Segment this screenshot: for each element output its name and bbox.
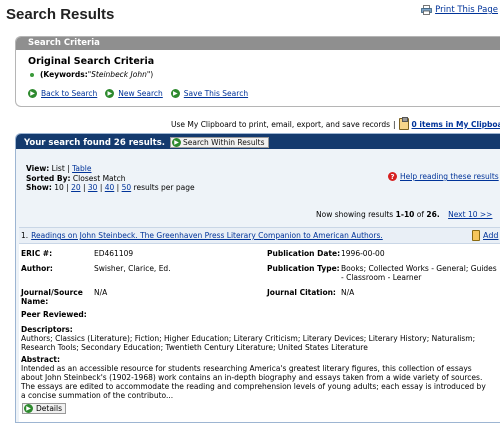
descriptors-line-2: Research Tools; Secondary Education; Twe… xyxy=(21,343,368,352)
show-option-10: 10 xyxy=(54,183,64,192)
showing-prefix: Now showing results xyxy=(316,210,394,219)
view-label: View: xyxy=(26,164,50,173)
citation-value: N/A xyxy=(341,288,355,297)
view-options: View: List | Table xyxy=(26,164,195,174)
showing-total: 26. xyxy=(426,210,440,219)
showing-results: Now showing results 1-10 of 26. Next 10 … xyxy=(316,210,492,219)
keywords-close: ) xyxy=(150,70,154,79)
result-record: 1. Readings on John Steinbeck. The Green… xyxy=(19,227,500,422)
bullet-icon xyxy=(30,73,34,77)
search-criteria-bar: Search Criteria xyxy=(16,37,500,50)
show-option-30[interactable]: 30 xyxy=(88,183,98,192)
back-to-search-link[interactable]: ▶ Back to Search xyxy=(28,89,97,98)
view-table-link[interactable]: Table xyxy=(72,164,91,173)
add-clipboard-icon xyxy=(472,230,480,241)
search-within-results-button[interactable]: ▶ Search Within Results xyxy=(170,137,269,148)
show-option-40[interactable]: 40 xyxy=(105,183,115,192)
criteria-links: ▶ Back to Search ▶ New Search ▶ Save Thi… xyxy=(28,89,248,98)
print-page-link[interactable]: Print This Page xyxy=(421,5,498,15)
show-label: Show: xyxy=(26,183,52,192)
new-search-label[interactable]: New Search xyxy=(118,89,163,98)
keywords-line: (Keywords:"Steinbeck John") xyxy=(30,70,153,79)
showing-range: 1-10 xyxy=(395,210,415,219)
next-page-link[interactable]: Next 10 >> xyxy=(448,210,492,219)
results-panel: Your search found 26 results. ▶ Search W… xyxy=(15,133,500,423)
journal-label-line-2: Name: xyxy=(21,297,49,306)
help-icon: ? xyxy=(388,172,397,181)
record-title-row: 1. Readings on John Steinbeck. The Green… xyxy=(19,228,500,244)
show-suffix: results per page xyxy=(133,183,195,192)
view-list-option: List xyxy=(51,164,65,173)
results-bar: Your search found 26 results. ▶ Search W… xyxy=(16,134,500,149)
pubtype-label: Publication Type: xyxy=(267,264,340,273)
search-within-results-label[interactable]: Search Within Results xyxy=(183,138,264,147)
author-label: Author: xyxy=(21,264,53,273)
clipboard-text: Use My Clipboard to print, email, export… xyxy=(171,119,391,129)
green-arrow-icon: ▶ xyxy=(170,89,180,98)
details-button[interactable]: ▶ Details xyxy=(22,403,67,414)
search-criteria-box: Search Criteria Original Search Criteria… xyxy=(15,36,500,107)
abstract-line-4: a concise summation of the contributo... xyxy=(21,391,174,400)
printer-icon xyxy=(421,5,432,15)
green-arrow-icon: ▶ xyxy=(24,404,33,413)
author-value: Swisher, Clarice, Ed. xyxy=(94,264,171,273)
pubdate-label: Publication Date: xyxy=(267,249,341,258)
record-number: 1. xyxy=(21,231,29,240)
journal-value: N/A xyxy=(94,288,108,297)
print-page-label[interactable]: Print This Page xyxy=(435,5,498,15)
help-reading-link[interactable]: Help reading these results xyxy=(400,172,499,181)
new-search-link[interactable]: ▶ New Search xyxy=(105,89,163,98)
sorted-by-value: Closest Match xyxy=(72,173,126,183)
pubtype-value-line-2: - Classroom - Learner xyxy=(341,273,422,282)
details-label[interactable]: Details xyxy=(36,404,62,413)
page-title: Search Results xyxy=(6,6,115,23)
showing-of: of xyxy=(416,210,425,219)
clipboard-items-link[interactable]: 0 items in My Clipboard xyxy=(412,120,500,129)
help-reading-results[interactable]: ? Help reading these results xyxy=(388,172,499,181)
eric-label: ERIC #: xyxy=(21,249,53,258)
add-to-clipboard[interactable]: Add xyxy=(472,230,499,241)
show-option-20[interactable]: 20 xyxy=(71,183,81,192)
original-criteria-title: Original Search Criteria xyxy=(28,56,155,67)
view-separator: | xyxy=(67,164,70,173)
show-options: Show: 10 | 20 | 30 | 40 | 50 results per… xyxy=(26,183,195,192)
save-search-link[interactable]: ▶ Save This Search xyxy=(170,89,248,98)
record-title-link[interactable]: Readings on John Steinbeck. The Greenhav… xyxy=(31,231,383,240)
green-arrow-icon: ▶ xyxy=(172,138,182,147)
eric-value: ED461109 xyxy=(94,249,134,258)
add-label[interactable]: Add xyxy=(483,231,499,240)
pubdate-value: 1996-00-00 xyxy=(341,249,385,258)
back-to-search-label[interactable]: Back to Search xyxy=(41,89,97,98)
clipboard-icon[interactable] xyxy=(398,117,409,130)
clipboard-line: Use My Clipboard to print, email, export… xyxy=(171,117,500,130)
citation-label: Journal Citation: xyxy=(267,288,336,297)
keywords-label: (Keywords: xyxy=(40,70,88,79)
sorted-by-label: Sorted By: xyxy=(26,173,71,183)
clipboard-separator: | xyxy=(393,119,396,129)
keywords-value: "Steinbeck John" xyxy=(87,70,151,79)
green-arrow-icon: ▶ xyxy=(105,89,115,98)
peer-reviewed-label: Peer Reviewed: xyxy=(21,310,87,319)
results-count-text: Your search found 26 results. xyxy=(24,137,166,148)
sorted-by: Sorted By: Closest Match xyxy=(26,174,195,184)
green-arrow-icon: ▶ xyxy=(28,89,37,98)
save-search-label[interactable]: Save This Search xyxy=(184,89,248,98)
results-options: View: List | Table Sorted By: Closest Ma… xyxy=(26,164,195,193)
show-option-50[interactable]: 50 xyxy=(122,183,132,192)
